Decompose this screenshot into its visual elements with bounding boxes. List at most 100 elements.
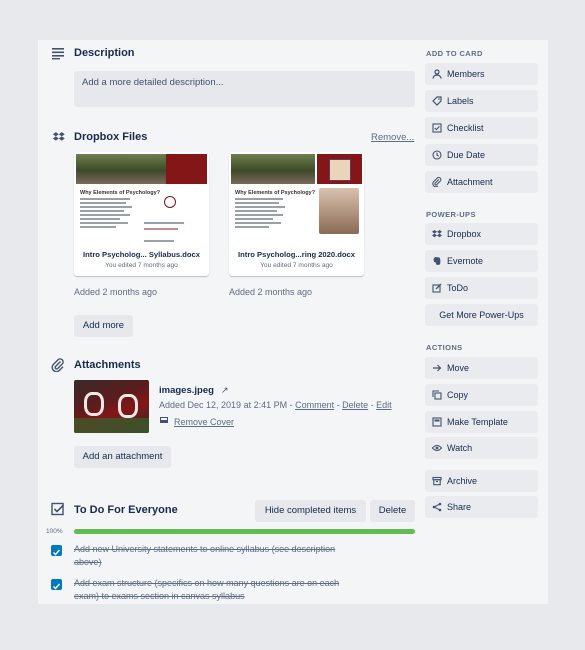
paperclip-icon [51,358,64,372]
campus-photo [76,154,166,184]
remove-cover-link[interactable]: Remove Cover [174,417,234,427]
crimson-banner [166,154,207,184]
add-to-card-heading: ADD TO CARD [426,49,483,58]
description-title: Description [74,47,135,59]
template-icon [432,417,442,427]
attachment-meta: Added Dec 12, 2019 at 2:41 PM - Comment … [159,400,392,410]
todo-label: ToDo [447,283,469,293]
doc-heading: Why Elements of Psychology? [235,190,316,196]
dropbox-powerup-button[interactable]: Dropbox [425,223,538,245]
checklist-icon [51,502,65,516]
doc-text-lines [80,198,134,230]
dropbox-remove-link[interactable]: Remove... [371,132,414,143]
campus-photo [231,154,315,184]
check-icon [52,583,61,590]
checklist-checkbox[interactable] [51,579,62,590]
make-template-label: Make Template [447,417,508,427]
add-attachment-button[interactable]: Add an attachment [74,446,171,468]
dropbox-file-card[interactable]: Why Elements of Psychology? Intro Psycho… [74,152,209,276]
file-added-date: Added 2 months ago [229,287,313,297]
archive-label: Archive [447,476,478,486]
arrow-right-icon [433,364,442,372]
todo-powerup-button[interactable]: ToDo [425,277,538,299]
person-icon [432,69,442,79]
checklist-button[interactable]: Checklist [425,117,538,139]
cover-icon [159,416,169,424]
edit-icon [432,283,442,293]
archive-icon [432,476,442,486]
labels-label: Labels [447,96,474,106]
checklist-label: Checklist [447,123,484,133]
progress-percent: 100% [46,528,63,535]
attachment-delete-link[interactable]: Delete [342,400,368,410]
file-edited: You edited 7 months ago [260,262,333,269]
evernote-icon [433,257,441,265]
move-button[interactable]: Move [425,357,538,379]
progress-track [74,529,415,534]
share-icon [432,502,442,512]
actions-heading: ACTIONS [426,343,463,352]
file-name: Intro Psycholog...ring 2020.docx [238,250,355,259]
paperclip-icon [432,177,442,187]
separator: - [334,400,343,410]
attachment-button[interactable]: Attachment [425,171,538,193]
dropbox-label: Dropbox [447,229,482,239]
attachment-added-date: Added Dec 12, 2019 at 2:41 PM - [159,400,296,410]
attachment-label: Attachment [447,177,493,187]
delete-checklist-button[interactable]: Delete [370,500,415,522]
attachments-title: Attachments [74,359,141,371]
get-more-power-ups-button[interactable]: Get More Power-Ups [425,304,538,326]
evernote-label: Evernote [447,256,484,266]
power-ups-heading: POWER-UPS [426,210,476,219]
file-name: Intro Psycholog... Syllabus.docx [83,250,200,259]
hide-completed-button[interactable]: Hide completed items [255,500,366,522]
profile-photo [319,188,359,234]
dropbox-icon [52,132,65,141]
doc-heading: Why Elements of Psychology? [80,190,161,196]
due-date-button[interactable]: Due Date [425,144,538,166]
doc-text-lines [235,198,289,230]
file-edited: You edited 7 months ago [105,262,178,269]
evernote-powerup-button[interactable]: Evernote [425,250,538,272]
checklist-item-text[interactable]: Add exam structure (specifics on how man… [74,577,364,603]
members-button[interactable]: Members [425,63,538,85]
dropbox-files-title: Dropbox Files [74,131,148,143]
share-button[interactable]: Share [425,496,538,518]
attachment-comment-link[interactable]: Comment [295,400,334,410]
separator: - [368,400,377,410]
file-added-date: Added 2 months ago [74,287,158,297]
crimson-banner [317,154,362,184]
labels-button[interactable]: Labels [425,90,538,112]
clock-icon [432,150,442,160]
check-icon [52,549,61,556]
due-date-label: Due Date [447,150,486,160]
watch-label: Watch [447,443,473,453]
archive-button[interactable]: Archive [425,470,538,492]
dropbox-file-card[interactable]: Why Elements of Psychology? Intro Psycho… [229,152,364,276]
attachment-filename[interactable]: images.jpeg [159,385,214,396]
eye-icon [432,444,442,452]
attachment-edit-link[interactable]: Edit [376,400,392,410]
open-external-icon[interactable]: ↗ [221,385,229,396]
get-more-power-ups-label: Get More Power-Ups [439,310,524,320]
checklist-title: To Do For Everyone [74,504,178,516]
copy-label: Copy [447,390,469,400]
members-label: Members [447,69,485,79]
description-icon [52,48,64,60]
checklist-icon [432,123,442,133]
card-detail: Description Add a more detailed descript… [38,40,548,604]
tag-icon [432,96,442,106]
move-label: Move [447,363,470,373]
copy-icon [432,390,442,400]
attachment-thumbnail[interactable] [74,380,149,433]
checklist-item-text[interactable]: Add new University statements to online … [74,543,364,569]
progress-fill [74,529,415,534]
add-more-button[interactable]: Add more [74,315,133,337]
dropbox-icon [432,230,442,238]
checklist-checkbox[interactable] [51,545,62,556]
share-label: Share [447,502,472,512]
description-input[interactable]: Add a more detailed description... [74,71,415,107]
copy-button[interactable]: Copy [425,384,538,406]
watch-button[interactable]: Watch [425,437,538,459]
make-template-button[interactable]: Make Template [425,411,538,433]
